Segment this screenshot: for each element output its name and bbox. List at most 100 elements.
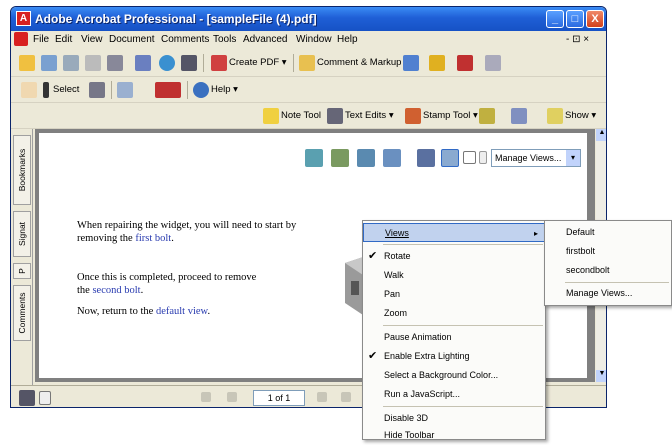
menu-document[interactable]: Document [109, 34, 155, 45]
chevron-down-icon[interactable] [479, 151, 487, 164]
drawing-markup-icon[interactable] [511, 108, 527, 124]
tab-signatures[interactable]: Signat [13, 211, 31, 257]
create-pdf-icon [211, 55, 227, 71]
zoom-3d-icon[interactable] [383, 149, 401, 167]
secure-lock-icon[interactable] [429, 55, 445, 71]
page-thumbnail-icon[interactable] [39, 391, 51, 405]
print-icon[interactable] [85, 55, 101, 71]
help-icon [193, 82, 209, 98]
maximize-button[interactable]: □ [566, 10, 584, 28]
organizer-icon[interactable] [41, 55, 57, 71]
create-pdf-button[interactable]: Create PDF ▾ [229, 53, 287, 73]
menu-view[interactable]: View [81, 34, 103, 45]
hand-tool-icon[interactable] [21, 82, 37, 98]
highlight-icon[interactable] [479, 108, 495, 124]
menu-item-pan[interactable]: Pan [363, 285, 545, 304]
3d-context-menu: Views ▸ ✔ Rotate Walk Pan Zoom Pause Ani… [362, 220, 546, 440]
note-tool-button[interactable]: Note Tool [281, 106, 321, 126]
menu-item-walk-label: Walk [384, 270, 404, 280]
help-button[interactable]: Help ▾ [211, 80, 238, 100]
menu-item-zoom[interactable]: Zoom [363, 304, 545, 323]
tab-bookmarks[interactable]: Bookmarks [13, 135, 31, 205]
menu-file[interactable]: File [33, 34, 49, 45]
page-view-icon[interactable] [117, 82, 133, 98]
select-tool-button[interactable]: Select [53, 80, 79, 100]
menu-window[interactable]: Window [296, 34, 332, 45]
paragraph-1-line-2: removing the [77, 233, 136, 244]
find-icon[interactable] [181, 55, 197, 71]
link-first-bolt[interactable]: first bolt [135, 233, 171, 244]
menu-advanced[interactable]: Advanced [243, 34, 287, 45]
menu-item-hide-toolbar[interactable]: Hide Toolbar [363, 426, 545, 445]
menu-comments[interactable]: Comments [161, 34, 209, 45]
toolbar-separator [187, 81, 188, 99]
show-button[interactable]: Show ▾ [565, 106, 596, 126]
paragraph-1: When repairing the widget, you will need… [77, 219, 296, 245]
scroll-down-arrow-icon[interactable]: ▼ [596, 370, 606, 382]
previous-page-icon[interactable] [227, 392, 237, 402]
menu-item-pause-animation[interactable]: Pause Animation [363, 328, 545, 347]
menu-item-rotate-label: Rotate [384, 251, 411, 261]
check-icon: ✔ [368, 250, 378, 262]
last-page-icon[interactable] [341, 392, 351, 402]
tab-pages[interactable]: P [13, 263, 31, 279]
paragraph-2: Once this is completed, proceed to remov… [77, 271, 256, 297]
minimize-button[interactable]: _ [546, 10, 564, 28]
menu-item-run-javascript-label: Run a JavaScript... [384, 389, 461, 399]
sign-icon[interactable] [403, 55, 419, 71]
close-button[interactable]: X [586, 10, 604, 28]
pause-3d-icon[interactable] [417, 149, 435, 167]
submenu-item-default[interactable]: Default [545, 223, 671, 242]
menu-edit[interactable]: Edit [55, 34, 72, 45]
rotate-3d-icon[interactable] [305, 149, 323, 167]
lighting-3d-icon[interactable] [441, 149, 459, 167]
menu-help[interactable]: Help [337, 34, 358, 45]
submenu-item-firstbolt[interactable]: firstbolt [545, 242, 671, 261]
next-page-icon[interactable] [317, 392, 327, 402]
manage-views-select[interactable]: Manage Views... ▾ [491, 149, 581, 167]
title-bar[interactable]: A Adobe Acrobat Professional - [sampleFi… [11, 7, 606, 31]
page-number-field[interactable]: 1 of 1 [253, 390, 305, 406]
paragraph-2-end: . [140, 285, 144, 296]
background-color-swatch[interactable] [463, 151, 476, 164]
chevron-down-icon[interactable]: ▾ [566, 150, 580, 166]
comment-markup-button[interactable]: Comment & Markup ▾ [317, 53, 409, 73]
menu-item-enable-extra-lighting[interactable]: ✔ Enable Extra Lighting [363, 347, 545, 366]
menu-item-views[interactable]: Views ▸ [363, 223, 545, 242]
paragraph-2-line-2: the [77, 285, 93, 296]
stamp-tool-button[interactable]: Stamp Tool ▾ [423, 106, 478, 126]
menu-item-walk[interactable]: Walk [363, 266, 545, 285]
menu-tools[interactable]: Tools [213, 34, 236, 45]
secure-icon[interactable] [135, 55, 151, 71]
snapshot-icon[interactable] [89, 82, 105, 98]
document-window-controls[interactable]: - ⊡ × [566, 34, 589, 45]
submenu-item-secondbolt[interactable]: secondbolt [545, 261, 671, 280]
document-icon[interactable] [14, 32, 28, 46]
ymail-icon[interactable] [155, 82, 181, 98]
paragraph-1-end: . [171, 233, 174, 244]
globe-icon[interactable] [159, 55, 175, 71]
text-edits-button[interactable]: Text Edits ▾ [345, 106, 394, 126]
paragraph-2-line-1: Once this is completed, proceed to remov… [77, 272, 257, 283]
pan-3d-icon[interactable] [357, 149, 375, 167]
submenu-item-manage-views[interactable]: Manage Views... [545, 284, 671, 303]
scroll-up-arrow-icon[interactable]: ▲ [596, 129, 606, 141]
first-page-icon[interactable] [201, 392, 211, 402]
menu-item-run-javascript[interactable]: Run a JavaScript... [363, 385, 545, 404]
menu-item-pan-label: Pan [384, 289, 401, 299]
submenu-item-default-label: Default [566, 227, 595, 237]
email-icon[interactable] [107, 55, 123, 71]
link-second-bolt[interactable]: second bolt [92, 285, 140, 296]
open-folder-icon[interactable] [19, 55, 35, 71]
manage-views-select-value: Manage Views... [495, 153, 562, 163]
menu-item-rotate[interactable]: ✔ Rotate [363, 247, 545, 266]
menu-item-select-background-color[interactable]: Select a Background Color... [363, 366, 545, 385]
sign-pen-icon[interactable] [457, 55, 473, 71]
walk-3d-icon[interactable] [331, 149, 349, 167]
save-icon[interactable] [63, 55, 79, 71]
layout-icon[interactable] [19, 390, 35, 406]
window-title: Adobe Acrobat Professional - [sampleFile… [35, 12, 317, 26]
forms-icon[interactable] [485, 55, 501, 71]
link-default-view[interactable]: default view [156, 306, 208, 317]
tab-comments[interactable]: Comments [13, 285, 31, 341]
